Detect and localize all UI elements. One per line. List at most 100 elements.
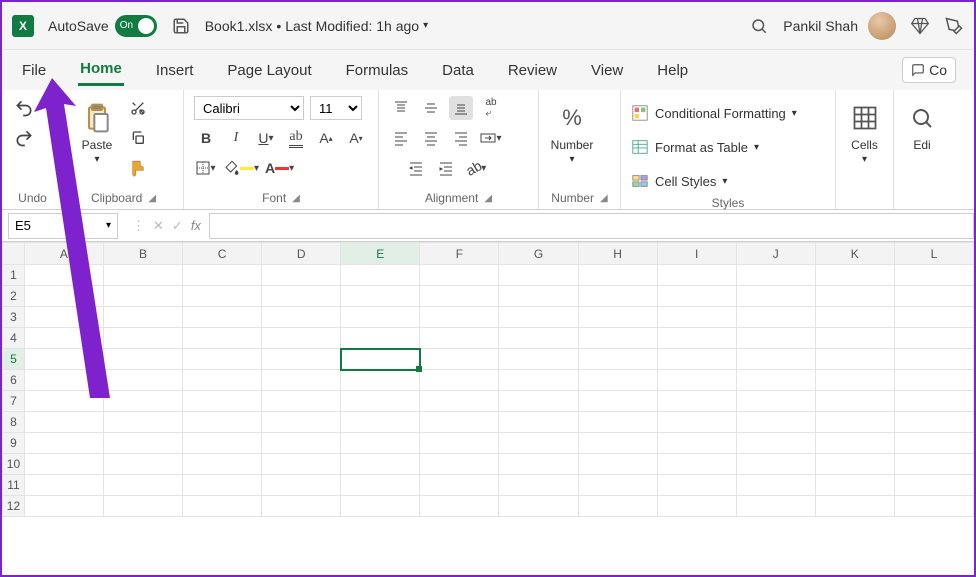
format-painter-button[interactable] <box>126 156 150 180</box>
row-header[interactable]: 1 <box>3 265 25 286</box>
row-header[interactable]: 12 <box>3 496 25 517</box>
cells-button[interactable]: Cells ▾ <box>846 96 883 165</box>
tab-view[interactable]: View <box>589 56 625 85</box>
cell[interactable] <box>815 412 894 433</box>
cell[interactable] <box>341 265 420 286</box>
select-all-corner[interactable] <box>3 243 25 265</box>
row-header[interactable]: 5 <box>3 349 25 370</box>
cell[interactable] <box>499 370 578 391</box>
row-header[interactable]: 4 <box>3 328 25 349</box>
autosave-toggle[interactable]: On <box>115 15 157 37</box>
cell[interactable] <box>578 496 657 517</box>
cell[interactable] <box>183 391 262 412</box>
cell[interactable] <box>183 286 262 307</box>
paste-button[interactable]: Paste ▾ <box>74 96 120 165</box>
cell[interactable] <box>262 328 341 349</box>
cell[interactable] <box>183 433 262 454</box>
cell[interactable] <box>578 412 657 433</box>
cell[interactable] <box>894 433 973 454</box>
number-format-button[interactable]: % Number ▾ <box>549 96 595 165</box>
cell[interactable] <box>578 349 657 370</box>
cell[interactable] <box>103 370 182 391</box>
cell[interactable] <box>24 496 103 517</box>
cell[interactable] <box>183 412 262 433</box>
document-title[interactable]: Book1.xlsx • Last Modified: 1h ago ▾ <box>205 18 428 34</box>
cell[interactable] <box>578 475 657 496</box>
cell[interactable] <box>815 307 894 328</box>
cell[interactable] <box>815 433 894 454</box>
cell[interactable] <box>815 265 894 286</box>
cell[interactable] <box>24 349 103 370</box>
cell[interactable] <box>262 391 341 412</box>
cell[interactable] <box>499 496 578 517</box>
cell[interactable] <box>736 475 815 496</box>
cell[interactable] <box>657 454 736 475</box>
cell[interactable] <box>183 349 262 370</box>
tab-data[interactable]: Data <box>440 56 476 85</box>
cell[interactable] <box>499 391 578 412</box>
dialog-launcher-icon[interactable]: ◢ <box>484 193 492 204</box>
align-bottom-button[interactable] <box>449 96 473 120</box>
col-header[interactable]: L <box>894 243 973 265</box>
wrap-text-button[interactable]: ab⤶ <box>479 96 503 120</box>
cell[interactable] <box>341 370 420 391</box>
cell[interactable] <box>499 349 578 370</box>
formula-input[interactable] <box>209 213 974 239</box>
row-header[interactable]: 9 <box>3 433 25 454</box>
cell[interactable] <box>894 496 973 517</box>
cell[interactable] <box>499 475 578 496</box>
cell[interactable] <box>499 454 578 475</box>
cell[interactable] <box>183 496 262 517</box>
row-header[interactable]: 10 <box>3 454 25 475</box>
cell[interactable] <box>736 328 815 349</box>
cell[interactable] <box>341 454 420 475</box>
col-header[interactable]: J <box>736 243 815 265</box>
pen-icon[interactable] <box>944 16 964 36</box>
cell[interactable] <box>103 349 182 370</box>
cell[interactable] <box>657 349 736 370</box>
cell[interactable] <box>657 307 736 328</box>
accept-formula-button[interactable]: ✓ <box>172 218 183 234</box>
col-header[interactable]: A <box>24 243 103 265</box>
cell[interactable] <box>736 412 815 433</box>
cell[interactable] <box>103 454 182 475</box>
cell[interactable] <box>894 412 973 433</box>
font-size-select[interactable]: 11 <box>310 96 362 120</box>
dialog-launcher-icon[interactable]: ◢ <box>148 193 156 204</box>
cell[interactable] <box>815 349 894 370</box>
cell[interactable] <box>341 328 420 349</box>
borders-button[interactable]: ▾ <box>194 156 218 180</box>
cell[interactable] <box>262 286 341 307</box>
cell[interactable] <box>894 328 973 349</box>
cell[interactable] <box>103 391 182 412</box>
comments-button[interactable]: Co <box>902 57 956 83</box>
underline-button[interactable]: U▾ <box>254 126 278 150</box>
cell[interactable] <box>894 391 973 412</box>
cell[interactable] <box>420 307 499 328</box>
cell[interactable] <box>815 328 894 349</box>
save-icon[interactable] <box>171 16 191 36</box>
cell[interactable] <box>420 370 499 391</box>
cell[interactable] <box>736 496 815 517</box>
double-underline-button[interactable]: ab <box>284 126 308 150</box>
increase-font-button[interactable]: A▴ <box>314 126 338 150</box>
cell[interactable] <box>657 370 736 391</box>
cell[interactable] <box>262 370 341 391</box>
cell[interactable] <box>24 370 103 391</box>
cell[interactable] <box>24 433 103 454</box>
cell[interactable] <box>657 496 736 517</box>
cell[interactable] <box>420 433 499 454</box>
decrease-font-button[interactable]: A▾ <box>344 126 368 150</box>
search-icon[interactable] <box>749 16 769 36</box>
cell[interactable] <box>736 454 815 475</box>
cell[interactable] <box>578 391 657 412</box>
cell[interactable] <box>262 475 341 496</box>
cell[interactable] <box>183 475 262 496</box>
row-header[interactable]: 7 <box>3 391 25 412</box>
cell[interactable] <box>736 307 815 328</box>
cell[interactable] <box>103 328 182 349</box>
cell[interactable] <box>736 433 815 454</box>
cell[interactable] <box>420 349 499 370</box>
avatar[interactable] <box>868 12 896 40</box>
row-header[interactable]: 3 <box>3 307 25 328</box>
